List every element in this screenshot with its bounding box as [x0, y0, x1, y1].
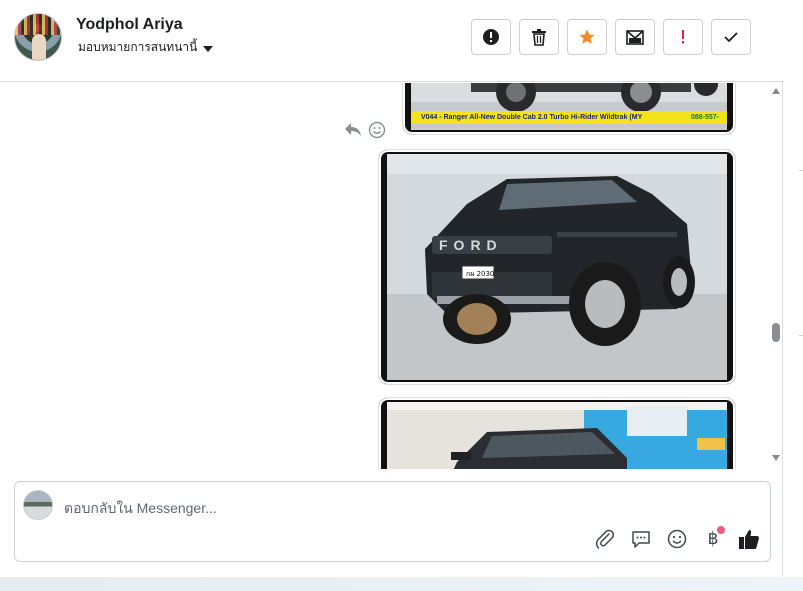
plate-text: กผ 2030 [466, 270, 494, 278]
payment-button[interactable]: ฿ [702, 526, 725, 550]
done-button[interactable] [711, 19, 751, 55]
avatar-background [15, 14, 61, 35]
star-button[interactable] [567, 19, 607, 55]
delete-button[interactable] [519, 19, 559, 55]
header-actions [471, 19, 751, 55]
mark-unread-button[interactable] [615, 19, 655, 55]
truck-photo: V044 - Ranger All-New Double Cab 2.0 Tur… [411, 83, 727, 130]
paperclip-icon [595, 529, 615, 549]
listing-banner: V044 - Ranger All-New Double Cab 2.0 Tur… [411, 111, 727, 124]
assign-conversation-dropdown[interactable]: มอบหมายการสนทนานี้ [78, 38, 214, 57]
composer-tools: ฿ [594, 526, 760, 550]
image-attachment[interactable]: V044 - Ranger All-New Double Cab 2.0 Tur… [402, 83, 736, 135]
emoji-icon [667, 529, 687, 549]
image-attachment[interactable]: FORD กผ 2030 [378, 149, 736, 385]
checkmark-icon [724, 32, 738, 43]
divider [799, 170, 803, 171]
scroll-down-arrow-icon[interactable] [772, 455, 780, 461]
exclamation-icon [682, 30, 684, 44]
caret-down-icon [203, 45, 214, 52]
reply-icon[interactable] [344, 121, 362, 137]
truck-photo [387, 402, 727, 469]
message-thread[interactable]: V044 - Ranger All-New Double Cab 2.0 Tur… [0, 83, 783, 469]
listing-banner-text: V044 - Ranger All-New Double Cab 2.0 Tur… [421, 114, 643, 121]
react-icon[interactable] [368, 121, 386, 139]
trash-icon [532, 29, 546, 46]
assign-label: มอบหมายการสนทนานี้ [78, 40, 198, 54]
divider [799, 335, 803, 336]
star-icon [579, 29, 595, 44]
contact-name[interactable]: Yodphol Ariya [76, 16, 183, 34]
ford-ranger-graphic: FORD กผ 2030 [387, 154, 727, 346]
scroll-up-arrow-icon[interactable] [772, 88, 780, 94]
alert-circle-icon [483, 29, 499, 45]
attach-button[interactable] [594, 528, 616, 550]
page-background [0, 577, 803, 591]
message-hover-actions [344, 121, 386, 139]
grille-text: FORD [439, 237, 503, 253]
image-attachment[interactable] [378, 397, 736, 469]
thumbs-up-icon [739, 530, 759, 549]
avatar-person [32, 34, 46, 60]
scrollbar[interactable] [769, 83, 783, 469]
conversation-panel: Yodphol Ariya มอบหมายการสนทนานี้ V044 - … [0, 0, 783, 577]
saved-reply-icon [632, 531, 650, 548]
truck-photo: FORD กผ 2030 [387, 154, 727, 380]
mark-spam-button[interactable] [471, 19, 511, 55]
conversation-header: Yodphol Ariya มอบหมายการสนทนานี้ [0, 0, 783, 82]
listing-phone: 088-557- [690, 114, 719, 121]
envelope-icon [626, 30, 644, 45]
truck-preview-graphic [387, 402, 727, 469]
notification-dot [717, 526, 725, 534]
emoji-button[interactable] [666, 528, 688, 550]
avatar[interactable] [14, 13, 62, 61]
message-composer[interactable]: ตอบกลับใน Messenger... ฿ [14, 481, 771, 562]
follow-up-button[interactable] [663, 19, 703, 55]
scrollbar-thumb[interactable] [772, 323, 780, 342]
reply-input[interactable]: ตอบกลับใน Messenger... [64, 498, 217, 520]
saved-replies-button[interactable] [630, 528, 652, 550]
like-button[interactable] [738, 528, 760, 550]
adjacent-panel-edge [783, 0, 803, 591]
page-avatar [23, 490, 53, 520]
